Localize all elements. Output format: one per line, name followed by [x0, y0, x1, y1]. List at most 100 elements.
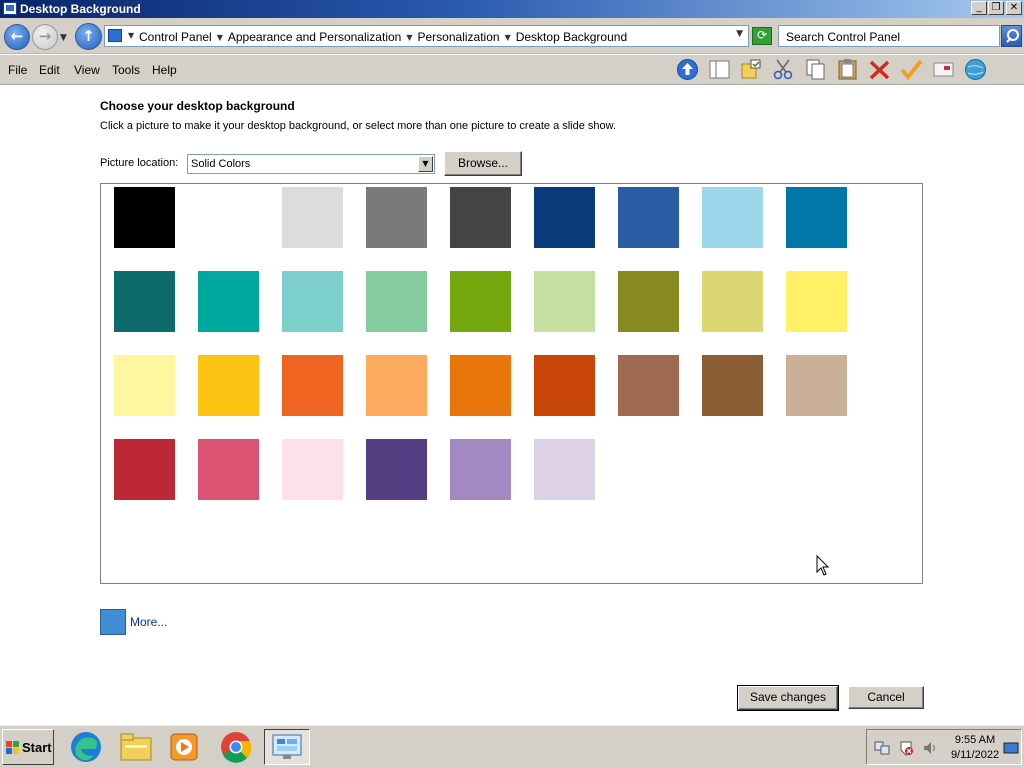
properties-check-icon[interactable] [900, 58, 923, 81]
cut-icon[interactable] [772, 58, 795, 81]
color-swatch[interactable] [114, 439, 175, 500]
breadcrumb-item[interactable]: Appearance and Personalization [228, 30, 401, 44]
color-swatch[interactable] [534, 187, 595, 248]
menu-file[interactable]: File [8, 63, 27, 77]
color-swatch[interactable] [450, 439, 511, 500]
color-swatch[interactable] [282, 439, 343, 500]
minimize-button[interactable]: _ [971, 1, 987, 15]
more-colors-link[interactable]: More... [130, 615, 167, 629]
cancel-button[interactable]: Cancel [848, 686, 924, 709]
color-swatch[interactable] [366, 271, 427, 332]
chrome-icon[interactable] [217, 729, 255, 765]
network-icon[interactable] [874, 740, 890, 756]
picture-location-select[interactable]: Solid Colors ▼ [187, 154, 435, 174]
color-swatch[interactable] [786, 271, 847, 332]
chevron-down-icon[interactable]: ▼ [406, 30, 412, 44]
folders-icon[interactable] [708, 58, 731, 81]
globe-icon[interactable] [964, 58, 987, 81]
color-swatch[interactable] [534, 271, 595, 332]
color-swatch[interactable] [282, 355, 343, 416]
paste-icon[interactable] [836, 58, 859, 81]
system-tray: 9:55 AM 9/11/2022 [866, 729, 1022, 765]
color-swatch[interactable] [786, 187, 847, 248]
window-title: Desktop Background [20, 2, 141, 16]
control-panel-icon [3, 2, 17, 15]
navigation-bar: ← → ▼ ↑ ▼ Control Panel ▼ Appearance and… [0, 18, 1024, 54]
color-swatch[interactable] [618, 187, 679, 248]
up-one-level-button[interactable]: ↑ [75, 23, 102, 50]
picture-location-value: Solid Colors [191, 158, 251, 170]
color-swatch[interactable] [534, 355, 595, 416]
color-swatch[interactable] [702, 355, 763, 416]
color-swatch[interactable] [198, 355, 259, 416]
forward-button[interactable]: → [32, 24, 58, 50]
clock-time[interactable]: 9:55 AM [953, 734, 997, 746]
search-input[interactable]: Search Control Panel [778, 25, 1000, 47]
color-swatch[interactable] [450, 187, 511, 248]
delete-icon[interactable] [868, 58, 891, 81]
color-swatch[interactable] [198, 271, 259, 332]
browse-button[interactable]: Browse... [444, 151, 522, 176]
save-changes-button[interactable]: Save changes [737, 685, 839, 711]
color-swatch[interactable] [282, 271, 343, 332]
folder-options-icon[interactable] [740, 58, 763, 81]
restore-button[interactable]: ❐ [988, 1, 1004, 15]
breadcrumb-item[interactable]: Control Panel [139, 30, 212, 44]
volume-icon[interactable] [922, 740, 938, 756]
copy-icon[interactable] [804, 58, 827, 81]
clock-date[interactable]: 9/11/2022 [947, 749, 1003, 761]
edge-icon[interactable] [67, 729, 105, 765]
control-panel-icon[interactable] [264, 729, 310, 765]
file-explorer-icon[interactable] [117, 729, 155, 765]
color-swatch[interactable] [366, 187, 427, 248]
page-description: Click a picture to make it your desktop … [100, 120, 617, 132]
windows-logo-icon [6, 741, 20, 754]
color-swatch[interactable] [618, 355, 679, 416]
close-button[interactable]: ✕ [1006, 1, 1022, 15]
media-player-icon[interactable] [165, 729, 203, 765]
chevron-down-icon[interactable]: ▼ [418, 156, 433, 172]
color-swatch[interactable] [198, 439, 259, 500]
mail-icon[interactable] [932, 58, 955, 81]
color-swatch[interactable] [786, 355, 847, 416]
breadcrumb: Control Panel ▼ Appearance and Personali… [139, 30, 627, 44]
menu-tools[interactable]: Tools [112, 63, 140, 77]
back-button[interactable]: ← [4, 24, 30, 50]
picture-location-label: Picture location: [100, 157, 179, 169]
color-swatch[interactable] [450, 271, 511, 332]
color-swatch[interactable] [366, 439, 427, 500]
color-swatch[interactable] [618, 271, 679, 332]
refresh-button[interactable]: ⟳ [752, 27, 772, 45]
color-swatch[interactable] [114, 271, 175, 332]
color-swatch[interactable] [114, 355, 175, 416]
show-desktop-icon[interactable] [1003, 740, 1019, 756]
color-swatch[interactable] [450, 355, 511, 416]
chevron-down-icon[interactable]: ▼ [505, 30, 511, 44]
color-swatch[interactable] [702, 187, 763, 248]
taskbar: Start 9:55 AM 9/11/2022 [0, 724, 1024, 768]
color-swatch[interactable] [702, 271, 763, 332]
search-icon[interactable] [1001, 25, 1022, 47]
title-bar: Desktop Background _ ❐ ✕ [0, 0, 1024, 18]
address-history-dropdown-icon[interactable]: ▼ [736, 29, 743, 39]
up-icon[interactable] [676, 58, 699, 81]
chevron-down-icon[interactable]: ▼ [217, 30, 223, 44]
breadcrumb-item[interactable]: Personalization [418, 30, 500, 44]
menu-view[interactable]: View [74, 63, 100, 77]
start-button[interactable]: Start [2, 729, 54, 765]
color-swatch[interactable] [534, 439, 595, 500]
recent-pages-dropdown-icon[interactable]: ▼ [60, 33, 67, 43]
mouse-cursor-icon [816, 554, 830, 577]
menu-edit[interactable]: Edit [39, 63, 60, 77]
color-swatch[interactable] [114, 187, 175, 248]
chevron-down-icon[interactable]: ▼ [128, 31, 134, 40]
more-colors-swatch[interactable] [100, 609, 126, 635]
address-box[interactable]: ▼ Control Panel ▼ Appearance and Persona… [104, 25, 749, 47]
color-swatch[interactable] [198, 187, 259, 248]
menu-help[interactable]: Help [152, 63, 177, 77]
breadcrumb-item[interactable]: Desktop Background [516, 30, 627, 44]
color-swatch[interactable] [366, 355, 427, 416]
color-swatch[interactable] [282, 187, 343, 248]
menu-bar: File Edit View Tools Help [0, 55, 1024, 85]
security-alert-icon[interactable] [898, 740, 914, 756]
